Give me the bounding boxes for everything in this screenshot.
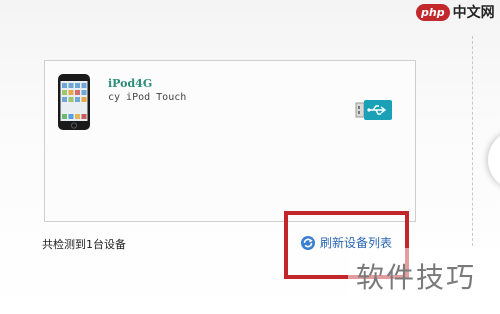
php-logo-text: 中文网 — [452, 5, 495, 21]
panel-divider — [472, 36, 473, 246]
side-panel-tab[interactable] — [488, 130, 500, 190]
device-item[interactable]: iPod4G cy iPod Touch — [55, 71, 405, 141]
device-model: cy iPod Touch — [108, 92, 187, 103]
ipod-touch-icon — [58, 74, 90, 130]
php-badge: php — [416, 3, 450, 21]
refresh-icon — [301, 235, 315, 250]
device-name: iPod4G — [108, 77, 153, 90]
detected-devices-count: 共检测到1台设备 — [42, 238, 126, 251]
php-logo: php 中文网 — [416, 2, 495, 22]
watermark-text: 软件技巧 — [356, 261, 477, 294]
device-list-panel: iPod4G cy iPod Touch — [44, 60, 416, 222]
usb-icon — [355, 100, 392, 120]
